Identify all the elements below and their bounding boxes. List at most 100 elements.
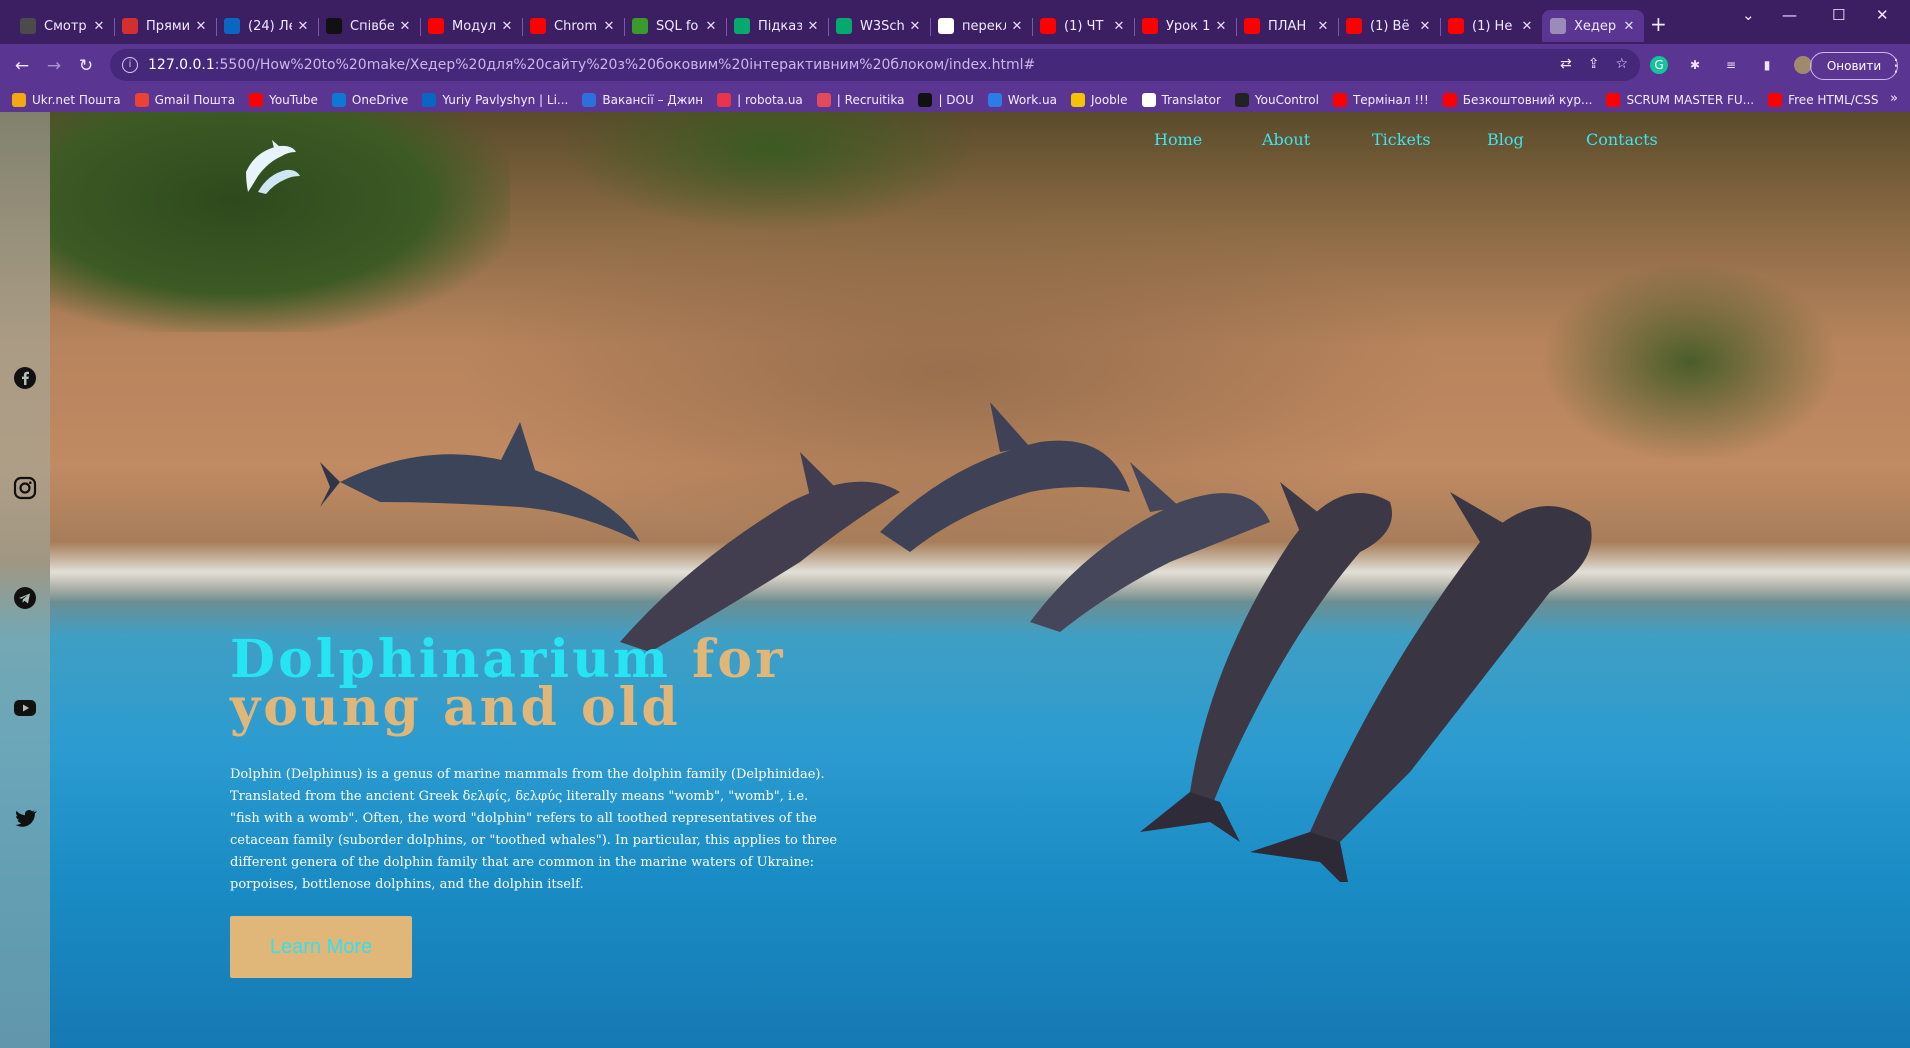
bookmark-label: | DOU	[938, 93, 974, 107]
browser-tab[interactable]: (1) Не ✕	[1440, 10, 1542, 42]
tab-title: W3Sch	[860, 18, 904, 34]
close-tab-icon[interactable]: ✕	[602, 19, 616, 34]
forward-arrow-icon[interactable]: →	[42, 55, 66, 77]
google-icon	[1141, 93, 1156, 107]
learn-more-button[interactable]: Learn More	[230, 916, 412, 978]
close-tab-icon[interactable]: ✕	[1520, 19, 1534, 34]
telegram-icon[interactable]	[13, 586, 37, 610]
maximize-icon[interactable]: ☐	[1832, 6, 1845, 24]
browser-tab[interactable]: Урок 1 ✕	[1134, 10, 1236, 42]
close-tab-icon[interactable]: ✕	[1316, 19, 1330, 34]
bookmark-item[interactable]: Jooble	[1070, 93, 1128, 107]
bookmark-label: Work.ua	[1007, 93, 1057, 107]
nav-blog[interactable]: Blog	[1487, 130, 1524, 149]
browser-tab[interactable]: (1) Вё ✕	[1338, 10, 1440, 42]
browser-tab[interactable]: Хедер ✕	[1542, 10, 1644, 42]
browser-tab[interactable]: (1) ЧТ ✕	[1032, 10, 1134, 42]
bookmark-item[interactable]: YouControl	[1234, 93, 1319, 107]
bookmark-label: Ukr.net Пошта	[32, 93, 121, 107]
menu-kebab-icon[interactable]: ⋮	[1884, 55, 1908, 77]
star-icon[interactable]: ☆	[1615, 56, 1628, 72]
close-tab-icon[interactable]: ✕	[908, 19, 922, 34]
bookmark-item[interactable]: | Recruitika	[816, 93, 904, 107]
bookmark-item[interactable]: Безкоштовний кур...	[1442, 93, 1592, 107]
translate-icon[interactable]: ⇄	[1560, 56, 1572, 72]
close-tab-icon[interactable]: ✕	[398, 19, 412, 34]
browser-tab[interactable]: Прями ✕	[114, 10, 216, 42]
bookmark-item[interactable]: Ukr.net Пошта	[12, 93, 121, 107]
youtube-icon	[1040, 18, 1056, 34]
browser-tab[interactable]: Підказ ✕	[726, 10, 828, 42]
bookmark-item[interactable]: Термінал !!!	[1332, 93, 1429, 107]
browser-tab[interactable]: Співбе ✕	[318, 10, 420, 42]
close-window-icon[interactable]: ✕	[1876, 6, 1889, 24]
grammarly-icon[interactable]: G	[1650, 56, 1668, 74]
bookmark-item[interactable]: | DOU	[918, 93, 974, 107]
browser-tab[interactable]: SQL fo ✕	[624, 10, 726, 42]
bookmark-item[interactable]: Вакансії – Джин	[582, 93, 703, 107]
nav-tickets[interactable]: Tickets	[1372, 130, 1431, 149]
browser-tab[interactable]: перекл ✕	[930, 10, 1032, 42]
dolphin-logo-icon[interactable]	[238, 136, 302, 200]
youtube-icon	[1142, 18, 1158, 34]
close-tab-icon[interactable]: ✕	[1214, 19, 1228, 34]
nav-contacts[interactable]: Contacts	[1586, 130, 1658, 149]
nav-home[interactable]: Home	[1154, 130, 1202, 149]
nav-about[interactable]: About	[1262, 130, 1310, 149]
hero-title: Dolphinarium for young and old	[230, 634, 870, 734]
bookmark-label: SCRUM MASTER FU...	[1626, 93, 1755, 107]
new-tab-button[interactable]: +	[1650, 12, 1667, 36]
youtube-icon[interactable]	[13, 696, 37, 720]
share-icon[interactable]: ⇪	[1588, 56, 1600, 72]
browser-tab[interactable]: Chrom ✕	[522, 10, 624, 42]
close-tab-icon[interactable]: ✕	[500, 19, 514, 34]
close-tab-icon[interactable]: ✕	[92, 19, 106, 34]
close-tab-icon[interactable]: ✕	[1622, 19, 1636, 34]
back-arrow-icon[interactable]: ←	[10, 55, 34, 77]
bookmark-item[interactable]: Translator	[1141, 93, 1221, 107]
bookmark-item[interactable]: Work.ua	[987, 93, 1057, 107]
browser-tab[interactable]: Смотр ✕	[12, 10, 114, 42]
tab-title: SQL fo	[656, 18, 699, 34]
bookmark-item[interactable]: Free HTML/CSS	[1768, 93, 1878, 107]
page-viewport: Home About Tickets Blog Contacts Dolphin…	[0, 112, 1910, 1048]
close-tab-icon[interactable]: ✕	[296, 19, 310, 34]
chevron-right-icon[interactable]: »	[1890, 91, 1898, 106]
reload-icon[interactable]: ↻	[74, 55, 98, 77]
chevron-down-icon[interactable]: ⌄	[1742, 6, 1755, 24]
bookmark-item[interactable]: Yuriy Pavlyshyn | Li...	[422, 93, 568, 107]
browser-tab[interactable]: ПЛАН ✕	[1236, 10, 1338, 42]
side-panel-icon[interactable]: ▮	[1758, 56, 1776, 74]
close-tab-icon[interactable]: ✕	[1418, 19, 1432, 34]
gmail-icon	[134, 93, 149, 107]
bookmark-label: Термінал !!!	[1352, 93, 1429, 107]
browser-tab[interactable]: W3Sch ✕	[828, 10, 930, 42]
w3schools-icon	[734, 18, 750, 34]
close-tab-icon[interactable]: ✕	[1112, 19, 1126, 34]
close-tab-icon[interactable]: ✕	[194, 19, 208, 34]
browser-tab[interactable]: (24) Ле ✕	[216, 10, 318, 42]
instagram-icon[interactable]	[13, 476, 37, 500]
info-icon[interactable]: i	[122, 57, 138, 73]
bookmark-item[interactable]: Gmail Пошта	[134, 93, 235, 107]
media-queue-icon[interactable]: ≡	[1722, 56, 1740, 74]
bookmark-label: YouControl	[1254, 93, 1319, 107]
tab-title: Chrom	[554, 18, 597, 34]
youtube-icon	[1346, 18, 1362, 34]
bookmark-item[interactable]: SCRUM MASTER FU...	[1606, 93, 1754, 107]
facebook-icon[interactable]	[13, 366, 37, 390]
close-tab-icon[interactable]: ✕	[806, 19, 820, 34]
close-tab-icon[interactable]: ✕	[1010, 19, 1024, 34]
bookmark-label: Translator	[1161, 93, 1221, 107]
bookmark-item[interactable]: YouTube	[249, 93, 318, 107]
address-bar[interactable]: i 127.0.0.1:5500/How%20to%20make/Хедер%2…	[110, 49, 1640, 81]
extensions-puzzle-icon[interactable]: ✱	[1686, 56, 1704, 74]
linkedin-icon	[224, 18, 240, 34]
bookmark-item[interactable]: OneDrive	[331, 93, 408, 107]
twitter-icon[interactable]	[13, 806, 37, 830]
close-tab-icon[interactable]: ✕	[704, 19, 718, 34]
minimize-icon[interactable]: —	[1782, 6, 1797, 24]
browser-tab[interactable]: Модул ✕	[420, 10, 522, 42]
bookmark-label: Free HTML/CSS	[1788, 93, 1879, 107]
bookmark-item[interactable]: | robota.ua	[717, 93, 803, 107]
